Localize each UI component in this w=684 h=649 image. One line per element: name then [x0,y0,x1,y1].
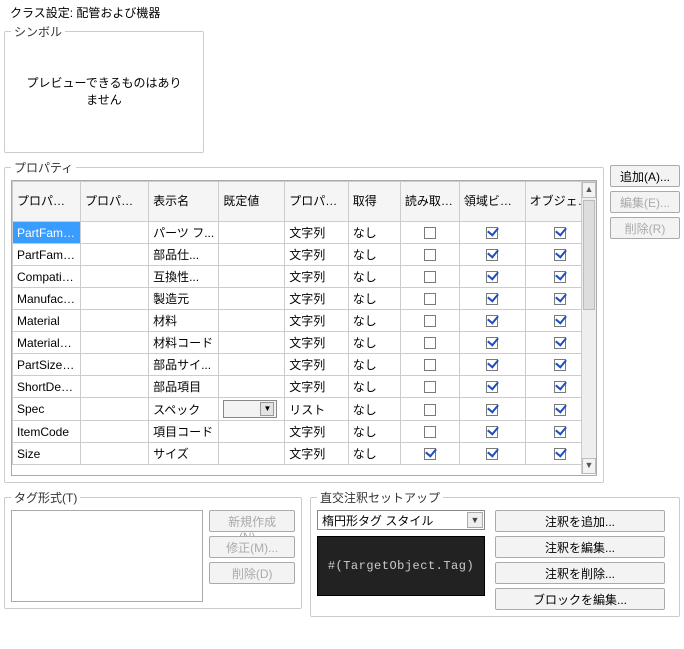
table-row[interactable]: MaterialC...材料コード文字列なし [13,332,596,354]
checkbox-icon[interactable] [424,359,436,371]
checkbox-icon[interactable] [424,426,436,438]
checkbox-icon[interactable] [486,227,498,239]
checkbox-icon[interactable] [424,293,436,305]
checkbox-icon[interactable] [554,426,566,438]
new-tag-button[interactable]: 新規作成(N)... [209,510,295,532]
annotation-legend: 直交注釈セットアップ [317,489,443,506]
checkbox-icon[interactable] [424,337,436,349]
checkbox-icon[interactable] [424,249,436,261]
checkbox-icon[interactable] [424,227,436,239]
delete-tag-button[interactable]: 削除(D) [209,562,295,584]
checkbox-icon[interactable] [486,359,498,371]
checkbox-icon[interactable] [486,249,498,261]
checkbox-icon[interactable] [554,381,566,393]
checkbox-icon[interactable] [424,381,436,393]
add-annotation-button[interactable]: 注釈を追加... [495,510,665,532]
chevron-down-icon: ▼ [467,512,483,528]
table-row[interactable]: PartSizeL...部品サイ...文字列なし [13,354,596,376]
symbol-group: シンボル プレビューできるものはありません [4,23,204,153]
col-area[interactable]: 領域ビューで表示 [459,182,525,222]
modify-tag-button[interactable]: 修正(M)... [209,536,295,558]
add-property-button[interactable]: 追加(A)... [610,165,680,187]
checkbox-icon[interactable] [486,404,498,416]
checkbox-icon[interactable] [486,337,498,349]
edit-block-button[interactable]: ブロックを編集... [495,588,665,610]
checkbox-icon[interactable] [554,448,566,460]
checkbox-icon[interactable] [424,404,436,416]
scroll-up-icon[interactable]: ▲ [582,182,596,198]
chevron-down-icon: ▼ [260,402,274,416]
tag-format-legend: タグ形式(T) [11,489,80,506]
edit-property-button[interactable]: 編集(E)... [610,191,680,213]
checkbox-icon[interactable] [554,227,566,239]
edit-annotation-button[interactable]: 注釈を編集... [495,536,665,558]
scroll-down-icon[interactable]: ▼ [582,458,596,474]
annotation-style-value: 楕円形タグ スタイル [322,512,433,529]
col-acq[interactable]: 取得 [348,182,400,222]
col-desc[interactable]: プロパティの説明 [81,182,149,222]
symbol-preview: プレビューできるものはありません [11,44,197,138]
checkbox-icon[interactable] [554,293,566,305]
annotation-group: 直交注釈セットアップ 楕円形タグ スタイル ▼ #(TargetObject.T… [310,489,680,617]
annotation-preview: #(TargetObject.Tag) [317,536,485,596]
checkbox-icon[interactable] [424,448,436,460]
table-row[interactable]: ItemCode項目コード文字列なし [13,421,596,443]
checkbox-icon[interactable] [486,426,498,438]
checkbox-icon[interactable] [486,271,498,283]
col-readonly[interactable]: 読み取り専用 [400,182,459,222]
table-row[interactable]: Material材料文字列なし [13,310,596,332]
checkbox-icon[interactable] [554,249,566,261]
checkbox-icon[interactable] [486,293,498,305]
header-row[interactable]: プロパティ名 プロパティの説明 表示名 既定値 プロパティタイプ 取得 読み取り… [13,182,596,222]
table-row[interactable]: PartFamil...パーツ フ...文字列なし [13,222,596,244]
checkbox-icon[interactable] [554,271,566,283]
properties-legend: プロパティ [11,159,76,176]
table-row[interactable]: Sizeサイズ文字列なし [13,443,596,465]
property-grid[interactable]: プロパティ名 プロパティの説明 表示名 既定値 プロパティタイプ 取得 読み取り… [11,180,597,476]
table-row[interactable]: Specスペック▼リストなし [13,398,596,421]
delete-annotation-button[interactable]: 注釈を削除... [495,562,665,584]
scroll-thumb[interactable] [583,200,595,310]
dialog-title: クラス設定: 配管および機器 [10,4,680,21]
table-row[interactable]: PartFamil...部品仕...文字列なし [13,244,596,266]
annotation-style-select[interactable]: 楕円形タグ スタイル ▼ [317,510,485,530]
col-display[interactable]: 表示名 [149,182,219,222]
vertical-scrollbar[interactable]: ▲ ▼ [581,182,596,474]
remove-property-button[interactable]: 削除(R) [610,217,680,239]
checkbox-icon[interactable] [424,271,436,283]
col-type[interactable]: プロパティタイプ [285,182,349,222]
properties-group: プロパティ プロパティ名 プロパティの説明 表示名 既定値 プロパティタイプ 取… [4,159,604,483]
table-row[interactable]: ShortDes...部品項目文字列なし [13,376,596,398]
tag-format-list[interactable] [11,510,203,602]
checkbox-icon[interactable] [486,448,498,460]
checkbox-icon[interactable] [486,315,498,327]
checkbox-icon[interactable] [486,381,498,393]
checkbox-icon[interactable] [554,337,566,349]
checkbox-icon[interactable] [554,315,566,327]
tag-format-group: タグ形式(T) 新規作成(N)... 修正(M)... 削除(D) [4,489,302,609]
symbol-legend: シンボル [11,23,65,40]
checkbox-icon[interactable] [424,315,436,327]
table-row[interactable]: Compatib...互換性...文字列なし [13,266,596,288]
checkbox-icon[interactable] [554,359,566,371]
checkbox-icon[interactable] [554,404,566,416]
table-row[interactable]: Manufact...製造元文字列なし [13,288,596,310]
col-name[interactable]: プロパティ名 [13,182,81,222]
col-default[interactable]: 既定値 [219,182,285,222]
default-value-dropdown[interactable]: ▼ [223,400,277,418]
